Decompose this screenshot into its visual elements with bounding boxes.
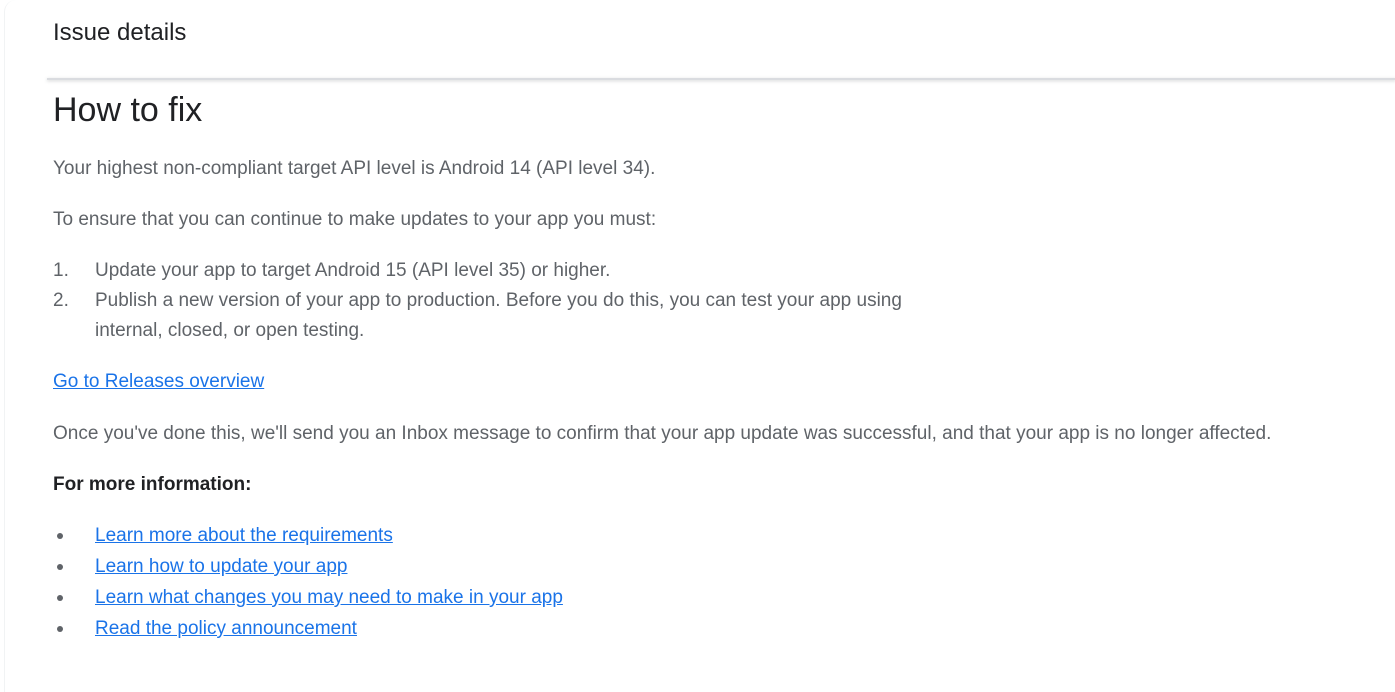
- section-title: How to fix: [53, 91, 203, 129]
- releases-link-row: Go to Releases overview: [53, 367, 1373, 398]
- panel-title: Issue details: [53, 19, 187, 46]
- how-to-fix-section: How to fix Your highest non-compliant ta…: [53, 88, 1373, 645]
- panel-header: Issue details: [5, 0, 1395, 80]
- bullet-icon: [57, 595, 63, 601]
- confirmation-message: Once you've done this, we'll send you an…: [53, 423, 1272, 444]
- header-divider: [47, 78, 1395, 80]
- target-api-message: Your highest non-compliant target API le…: [53, 158, 656, 179]
- bullet-icon: [57, 533, 63, 539]
- list-item: 2. Publish a new version of your app to …: [53, 286, 955, 346]
- releases-overview-link[interactable]: Go to Releases overview: [53, 371, 264, 392]
- update-app-link[interactable]: Learn how to update your app: [95, 556, 347, 577]
- fix-steps-list: 1. Update your app to target Android 15 …: [53, 256, 1373, 346]
- bullet-icon: [57, 626, 63, 632]
- bullet-icon: [57, 564, 63, 570]
- more-info-links-list: Learn more about the requirements Learn …: [53, 521, 1373, 645]
- list-item: Learn how to update your app: [53, 552, 1373, 583]
- requirements-lead: To ensure that you can continue to make …: [53, 209, 657, 230]
- more-info-heading: For more information:: [53, 474, 252, 495]
- list-item: 1. Update your app to target Android 15 …: [53, 256, 955, 286]
- list-item: Read the policy announcement: [53, 614, 1373, 645]
- step-text: Update your app to target Android 15 (AP…: [95, 260, 611, 281]
- step-number: 1.: [53, 260, 69, 281]
- issue-details-panel: Issue details How to fix Your highest no…: [4, 0, 1395, 692]
- changes-needed-link[interactable]: Learn what changes you may need to make …: [95, 587, 563, 608]
- step-text: Publish a new version of your app to pro…: [95, 290, 902, 341]
- policy-announcement-link[interactable]: Read the policy announcement: [95, 618, 357, 639]
- requirements-link[interactable]: Learn more about the requirements: [95, 525, 393, 546]
- list-item: Learn what changes you may need to make …: [53, 583, 1373, 614]
- step-number: 2.: [53, 290, 69, 311]
- list-item: Learn more about the requirements: [53, 521, 1373, 552]
